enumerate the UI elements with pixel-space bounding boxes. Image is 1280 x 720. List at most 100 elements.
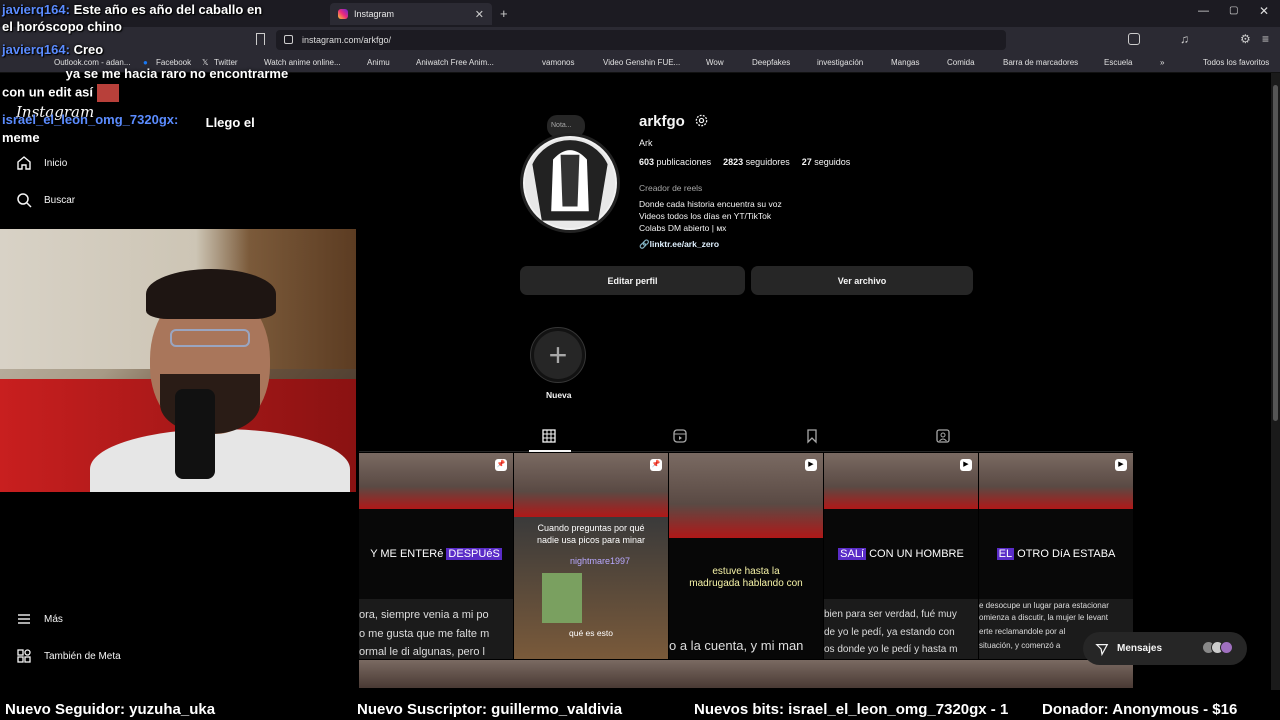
post-thumbnail[interactable]: ▶ EL OTRO DíA ESTABA e desocupe un lugar… [979, 453, 1133, 659]
following-label: seguidos [814, 157, 851, 167]
post-caption: nadie usa picos para minar [536, 535, 646, 545]
sidebar-item-inicio[interactable]: Inicio [16, 155, 67, 171]
bio-line: Videos todos los días en YT/TikTok [639, 211, 772, 221]
post-thumbnail[interactable]: ▶ estuve hasta la madrugada hablando con … [669, 453, 823, 659]
sidebar-item-mas[interactable]: Más [16, 611, 63, 627]
reel-icon: ▶ [960, 459, 972, 471]
pin-icon: 📌 [650, 459, 662, 471]
profile-stats: 603 publicaciones 2823 seguidores 27 seg… [639, 157, 850, 167]
close-window-icon[interactable]: ✕ [1259, 4, 1269, 18]
post-caption-highlight: EL [996, 548, 1015, 560]
chat-message: meme [2, 130, 40, 145]
tab-instagram[interactable]: Instagram ✕ [330, 3, 492, 25]
post-caption: qué es esto [569, 628, 613, 638]
sidebar-item-label: Inicio [44, 157, 68, 169]
chat-message: el horóscopo chino [2, 19, 122, 34]
home-icon [17, 156, 31, 170]
ticker-item: Nuevo Suscriptor: guillermo_valdivia [357, 701, 623, 718]
profile-avatar[interactable] [520, 133, 620, 233]
bookmark-video-genshin[interactable]: Video Genshin FUE... [603, 58, 680, 67]
posts-count: 603 [639, 157, 655, 167]
grid-icon[interactable] [541, 428, 557, 444]
avatar-image [524, 137, 616, 229]
new-highlight-label: Nueva [546, 390, 572, 400]
post-subtitle: e desocupe un lugar para estacionar [979, 601, 1109, 610]
ticker-item: Nuevo Seguidor: yuzuha_uka [5, 701, 216, 718]
menu-icon[interactable]: ≡ [1262, 32, 1269, 46]
close-tab-icon[interactable]: ✕ [475, 8, 484, 21]
post-subtitle: ora, siempre venia a mi po [359, 609, 489, 621]
chat-text: meme [2, 130, 40, 145]
page-scrollbar[interactable] [1271, 73, 1280, 690]
post-subtitle: o me gusta que me falte m [359, 628, 490, 640]
messages-button[interactable]: Mensajes [1083, 632, 1247, 665]
post-thumbnail[interactable]: 📌 Y ME ENTERé DESPUéS ora, siempre venia… [359, 453, 513, 659]
bio-line: Donde cada historia encuentra su voz [639, 199, 782, 209]
ticker-item: Donador: Anonymous - $16 [1042, 701, 1238, 718]
new-highlight-button[interactable]: + [530, 327, 586, 383]
profile-link[interactable]: 🔗linktr.ee/ark_zero [639, 239, 719, 250]
link-icon: 🔗 [639, 239, 650, 249]
search-icon [17, 193, 32, 208]
tagged-icon[interactable] [935, 428, 951, 444]
address-bar-row: instagram.com/arkfgo/ ♫ ⚙ ≡ [0, 27, 1280, 53]
sidebar-item-label: Más [44, 613, 63, 625]
post-thumbnail[interactable]: ▶ SALí CON UN HOMBRE bien para ser verda… [824, 453, 978, 659]
minimize-icon[interactable]: — [1198, 5, 1209, 17]
bookmark-star-icon[interactable] [256, 33, 265, 45]
following-link[interactable]: 27 seguidos [802, 157, 851, 167]
new-tab-icon[interactable]: + [500, 6, 508, 21]
settings-icon[interactable]: ⚙ [1240, 32, 1251, 46]
bookmark-vamonos[interactable]: vamonos [542, 58, 574, 67]
extensions-icon[interactable] [1128, 33, 1140, 45]
pin-icon: 📌 [495, 459, 507, 471]
bookmark-investigacion[interactable]: investigación [817, 58, 863, 67]
bookmark-comida[interactable]: Comida [947, 58, 975, 67]
chat-text: Este año es año del caballo en [73, 2, 263, 17]
chat-text: ya se me hacia raro no encontrarme [65, 66, 289, 81]
profile-bio: Donde cada historia encuentra su voz Vid… [639, 198, 782, 234]
post-subtitle: ormal le di algunas, pero l [359, 646, 485, 658]
sidebar-item-tambien-meta[interactable]: También de Meta [16, 648, 121, 664]
reel-icon: ▶ [1115, 459, 1127, 471]
chat-message: javierq164: Creo [2, 42, 103, 57]
post-caption: Cuando preguntas por qué [537, 523, 645, 533]
bookmark-escuela[interactable]: Escuela [1104, 58, 1132, 67]
chat-text: Creo [73, 42, 104, 57]
chat-text: con un edit así [2, 84, 94, 100]
view-archive-button[interactable]: Ver archivo [751, 266, 973, 295]
sidebar-item-label: También de Meta [44, 650, 121, 662]
bookmark-barra[interactable]: Barra de marcadores [1003, 58, 1078, 67]
chat-message: javierq164: Este año es año del caballo … [2, 2, 262, 17]
post-caption: Y ME ENTERé [370, 548, 444, 560]
music-icon[interactable]: ♫ [1180, 32, 1189, 46]
maximize-icon[interactable]: ▢ [1229, 5, 1238, 16]
settings-gear-icon[interactable] [694, 113, 709, 128]
url-field[interactable]: instagram.com/arkfgo/ [276, 30, 1006, 50]
meta-icon [17, 649, 31, 663]
minecraft-character [542, 573, 582, 623]
bookmark-animu[interactable]: Animu [367, 58, 390, 67]
post-caption: madrugada hablando con [689, 578, 803, 589]
chat-text: Llego el [205, 115, 255, 130]
post-subtitle: omienza a discutir, la mujer le levant [979, 613, 1108, 622]
sidebar-item-buscar[interactable]: Buscar [16, 192, 75, 208]
chevron-right-icon[interactable]: » [1160, 58, 1164, 67]
edit-profile-button[interactable]: Editar perfil [520, 266, 745, 295]
bookmark-wow[interactable]: Wow [706, 58, 724, 67]
reels-icon[interactable] [672, 428, 688, 444]
chat-message: ya se me hacia raro no encontrarme [2, 66, 289, 81]
bookmark-aniwatch[interactable]: Aniwatch Free Anim... [416, 58, 494, 67]
followers-link[interactable]: 2823 seguidores [723, 157, 790, 167]
site-info-icon[interactable] [284, 35, 293, 44]
streamer-webcam [0, 229, 356, 492]
bookmark-favoritos[interactable]: Todos los favoritos [1203, 58, 1269, 67]
following-count: 27 [801, 157, 812, 167]
post-thumbnail[interactable]: 📌 Cuando preguntas por qué nadie usa pico… [514, 453, 668, 659]
post-caption: OTRO DíA ESTABA [1017, 548, 1116, 560]
bookmark-deepfakes[interactable]: Deepfakes [752, 58, 790, 67]
profile-tabs-divider [359, 451, 1133, 452]
saved-icon[interactable] [804, 428, 820, 444]
ticker-item: Nuevos bits: israel_el_leon_omg_7320gx -… [694, 701, 1009, 718]
bookmark-mangas[interactable]: Mangas [891, 58, 919, 67]
